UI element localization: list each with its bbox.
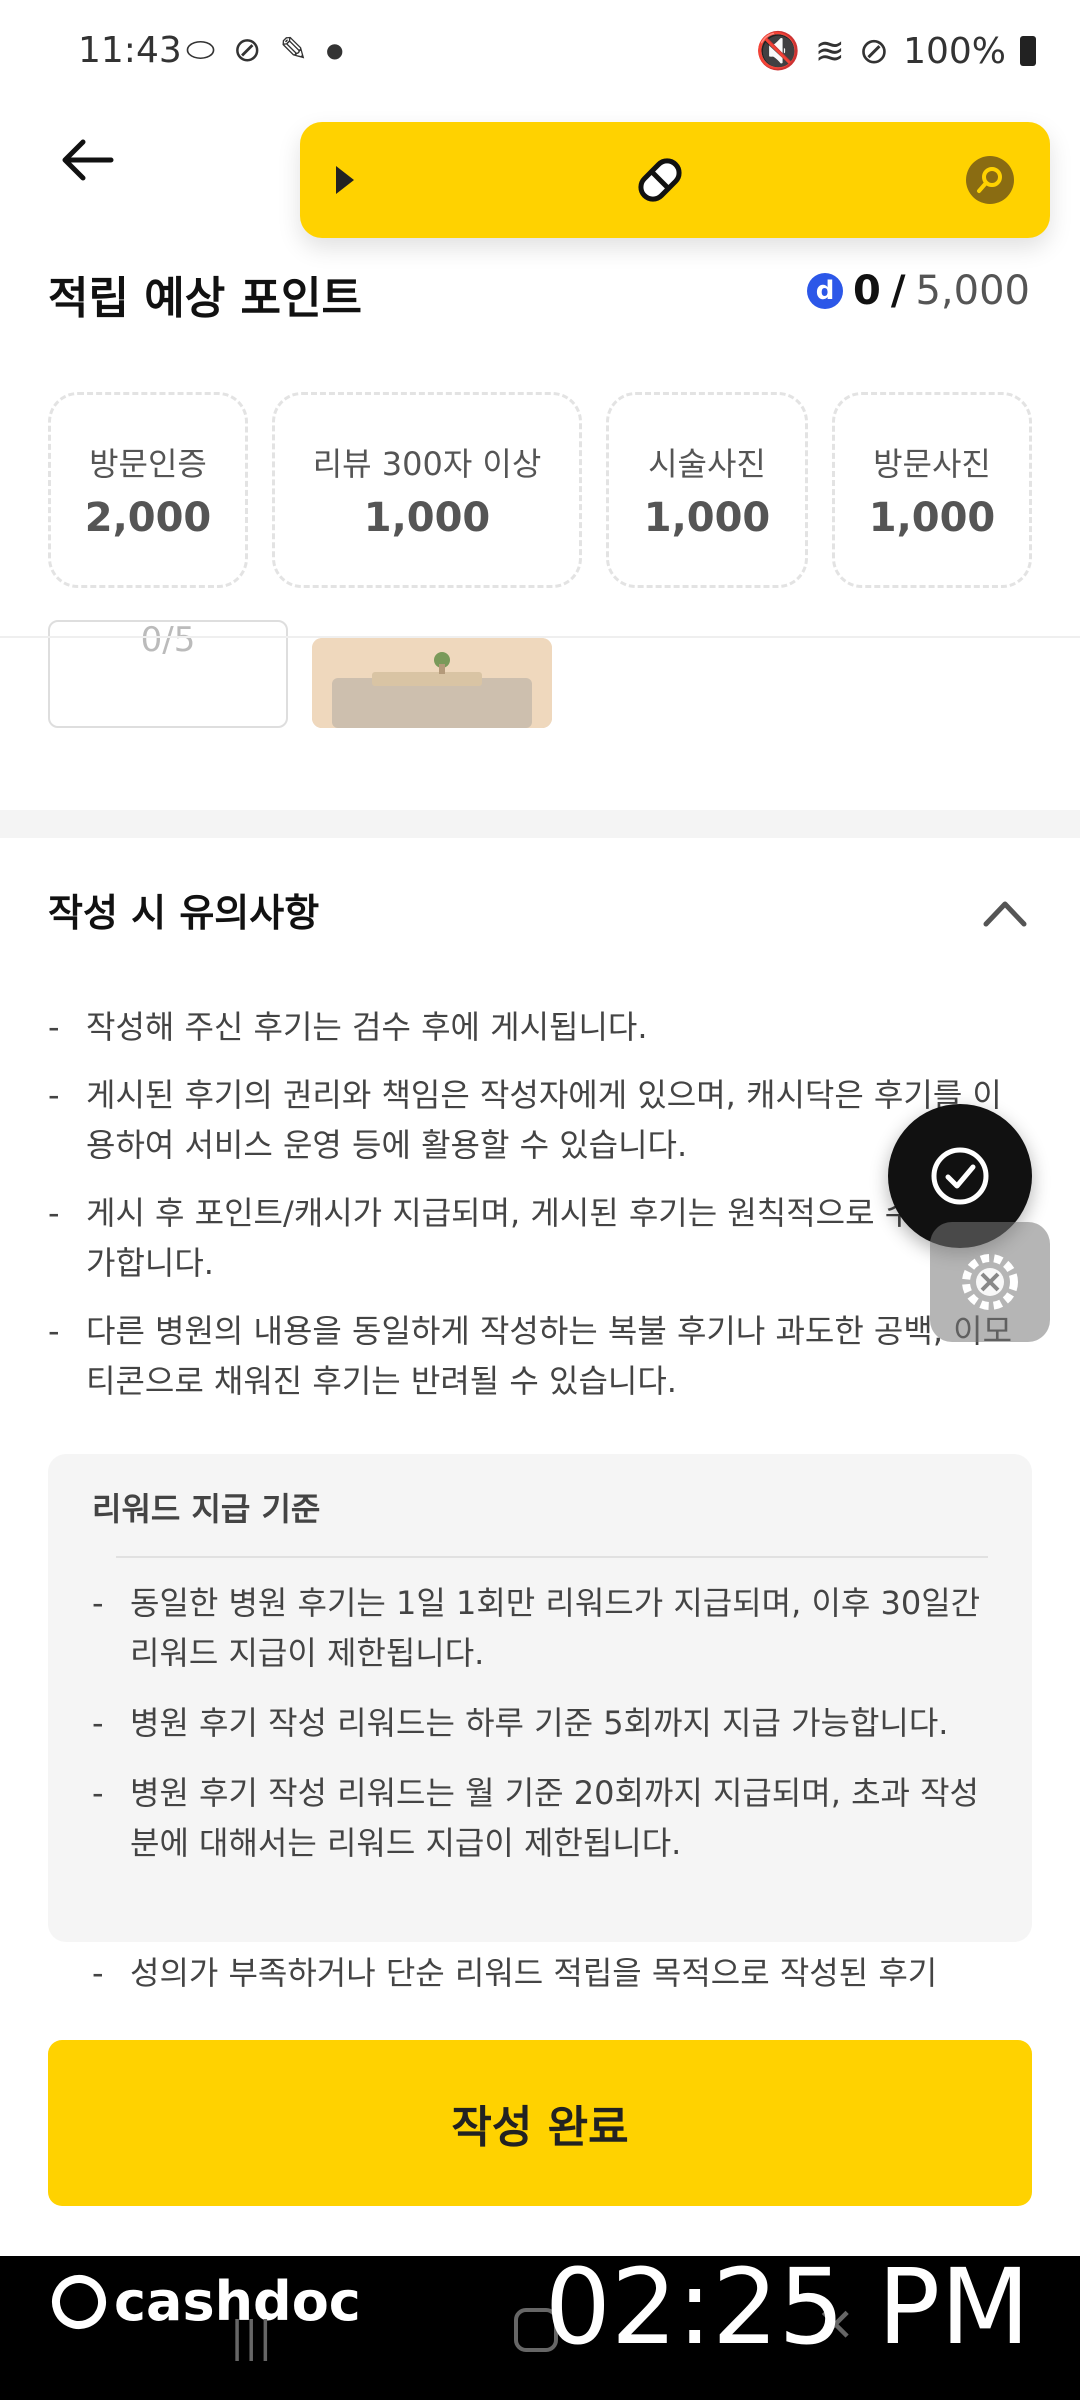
point-card-value: 1,000 <box>868 495 996 541</box>
point-card-visit: 방문인증 2,000 <box>48 392 248 588</box>
tools-fab-button[interactable] <box>930 1222 1050 1342</box>
points-current: 0 <box>853 268 881 314</box>
reward-item: 동일한 병원 후기는 1일 1회만 리워드가 지급되며, 이후 30일간 리워드… <box>92 1578 988 1678</box>
gear-tools-icon <box>962 1254 1018 1310</box>
status-system-icons: 🔇 ≋ ⊘ 100% <box>756 30 1036 72</box>
back-arrow-icon <box>62 139 114 181</box>
notes-title: 작성 시 유의사항 <box>48 891 320 935</box>
battery-percent: 100% <box>903 30 1006 72</box>
check-circle-icon <box>931 1147 989 1205</box>
header-divider <box>0 636 1080 638</box>
photo-counter: 0/5 <box>140 620 196 660</box>
reward-list: 동일한 병원 후기는 1일 1회만 리워드가 지급되며, 이후 30일간 리워드… <box>92 1578 988 1868</box>
pill-icon[interactable] <box>630 150 690 210</box>
room-photo-image <box>312 638 552 728</box>
watermark-clock: 02:25 PM <box>544 2246 1030 2368</box>
status-time: 11:43 <box>78 30 182 71</box>
section-divider <box>0 810 1080 838</box>
note-item: 게시 후 포인트/캐시가 지급되며, 게시된 후기는 원칙적으로 수정이 불가합… <box>48 1188 1028 1288</box>
app-notification-icon: ✎ <box>279 30 309 70</box>
reward-item: 병원 후기 작성 리워드는 하루 기준 5회까지 지급 가능합니다. <box>92 1698 988 1748</box>
note-item: 게시된 후기의 권리와 책임은 작성자에게 있으며, 캐시닥은 후기를 이용하여… <box>48 1070 1028 1170</box>
notes-list: 작성해 주신 후기는 검수 후에 게시됩니다. 게시된 후기의 권리와 책임은 … <box>48 1002 1028 1424</box>
reward-title: 리워드 지급 기준 <box>92 1490 321 1528</box>
search-icon[interactable] <box>966 156 1014 204</box>
note-item: 작성해 주신 후기는 검수 후에 게시됩니다. <box>48 1002 1028 1052</box>
dot-icon: ● <box>326 38 344 62</box>
back-button[interactable] <box>52 130 122 190</box>
points-separator: / <box>890 268 906 314</box>
points-max: 5,000 <box>915 268 1030 314</box>
pill-notification-icon: ⬭ <box>186 30 216 70</box>
point-card-label: 리뷰 300자 이상 <box>312 445 542 483</box>
recents-nav-icon[interactable]: ||| <box>230 2312 272 2361</box>
magnifier-icon <box>977 167 1002 193</box>
wifi-icon: ≋ <box>814 30 845 72</box>
brand-logo-icon <box>44 2266 114 2337</box>
play-icon[interactable] <box>336 166 354 194</box>
point-card-value: 1,000 <box>643 495 771 541</box>
status-notification-icons: ⬭ ⊘ ✎ ● <box>186 30 344 70</box>
uploaded-photo-thumbnail[interactable] <box>312 638 552 728</box>
floating-toolbar[interactable] <box>300 122 1050 238</box>
points-title: 적립 예상 포인트 <box>48 273 362 324</box>
point-card-value: 2,000 <box>84 495 212 541</box>
point-card-value: 1,000 <box>363 495 491 541</box>
point-card-visit-photo: 방문사진 1,000 <box>832 392 1032 588</box>
point-card-review: 리뷰 300자 이상 1,000 <box>272 392 582 588</box>
point-card-label: 방문인증 <box>89 445 207 483</box>
reward-extra-item: 성의가 부족하거나 단순 리워드 적립을 목적으로 작성된 후기 <box>92 1948 1080 1998</box>
no-disturb-icon: ⊘ <box>858 30 890 72</box>
reward-item: 병원 후기 작성 리워드는 월 기준 20회까지 지급되며, 초과 작성분에 대… <box>92 1768 988 1868</box>
reward-divider <box>116 1556 988 1558</box>
mute-icon: 🔇 <box>755 31 801 72</box>
point-card-label: 방문사진 <box>873 445 991 483</box>
note-item: 다른 병원의 내용을 동일하게 작성하는 복불 후기나 과도한 공백, 이모티콘… <box>48 1306 1028 1406</box>
submit-button[interactable]: 작성 완료 <box>48 2040 1032 2206</box>
points-summary: d 0 / 5,000 <box>807 268 1030 314</box>
point-card-label: 시술사진 <box>648 445 766 483</box>
battery-icon <box>1020 36 1036 66</box>
brand-logo: cashdoc <box>44 2266 361 2337</box>
point-coin-icon: d <box>807 273 844 309</box>
collapse-chevron-up-icon[interactable] <box>982 898 1027 934</box>
reward-criteria-box: 리워드 지급 기준 동일한 병원 후기는 1일 1회만 리워드가 지급되며, 이… <box>48 1454 1032 1942</box>
link-notification-icon: ⊘ <box>233 30 262 70</box>
point-card-procedure-photo: 시술사진 1,000 <box>606 392 808 588</box>
